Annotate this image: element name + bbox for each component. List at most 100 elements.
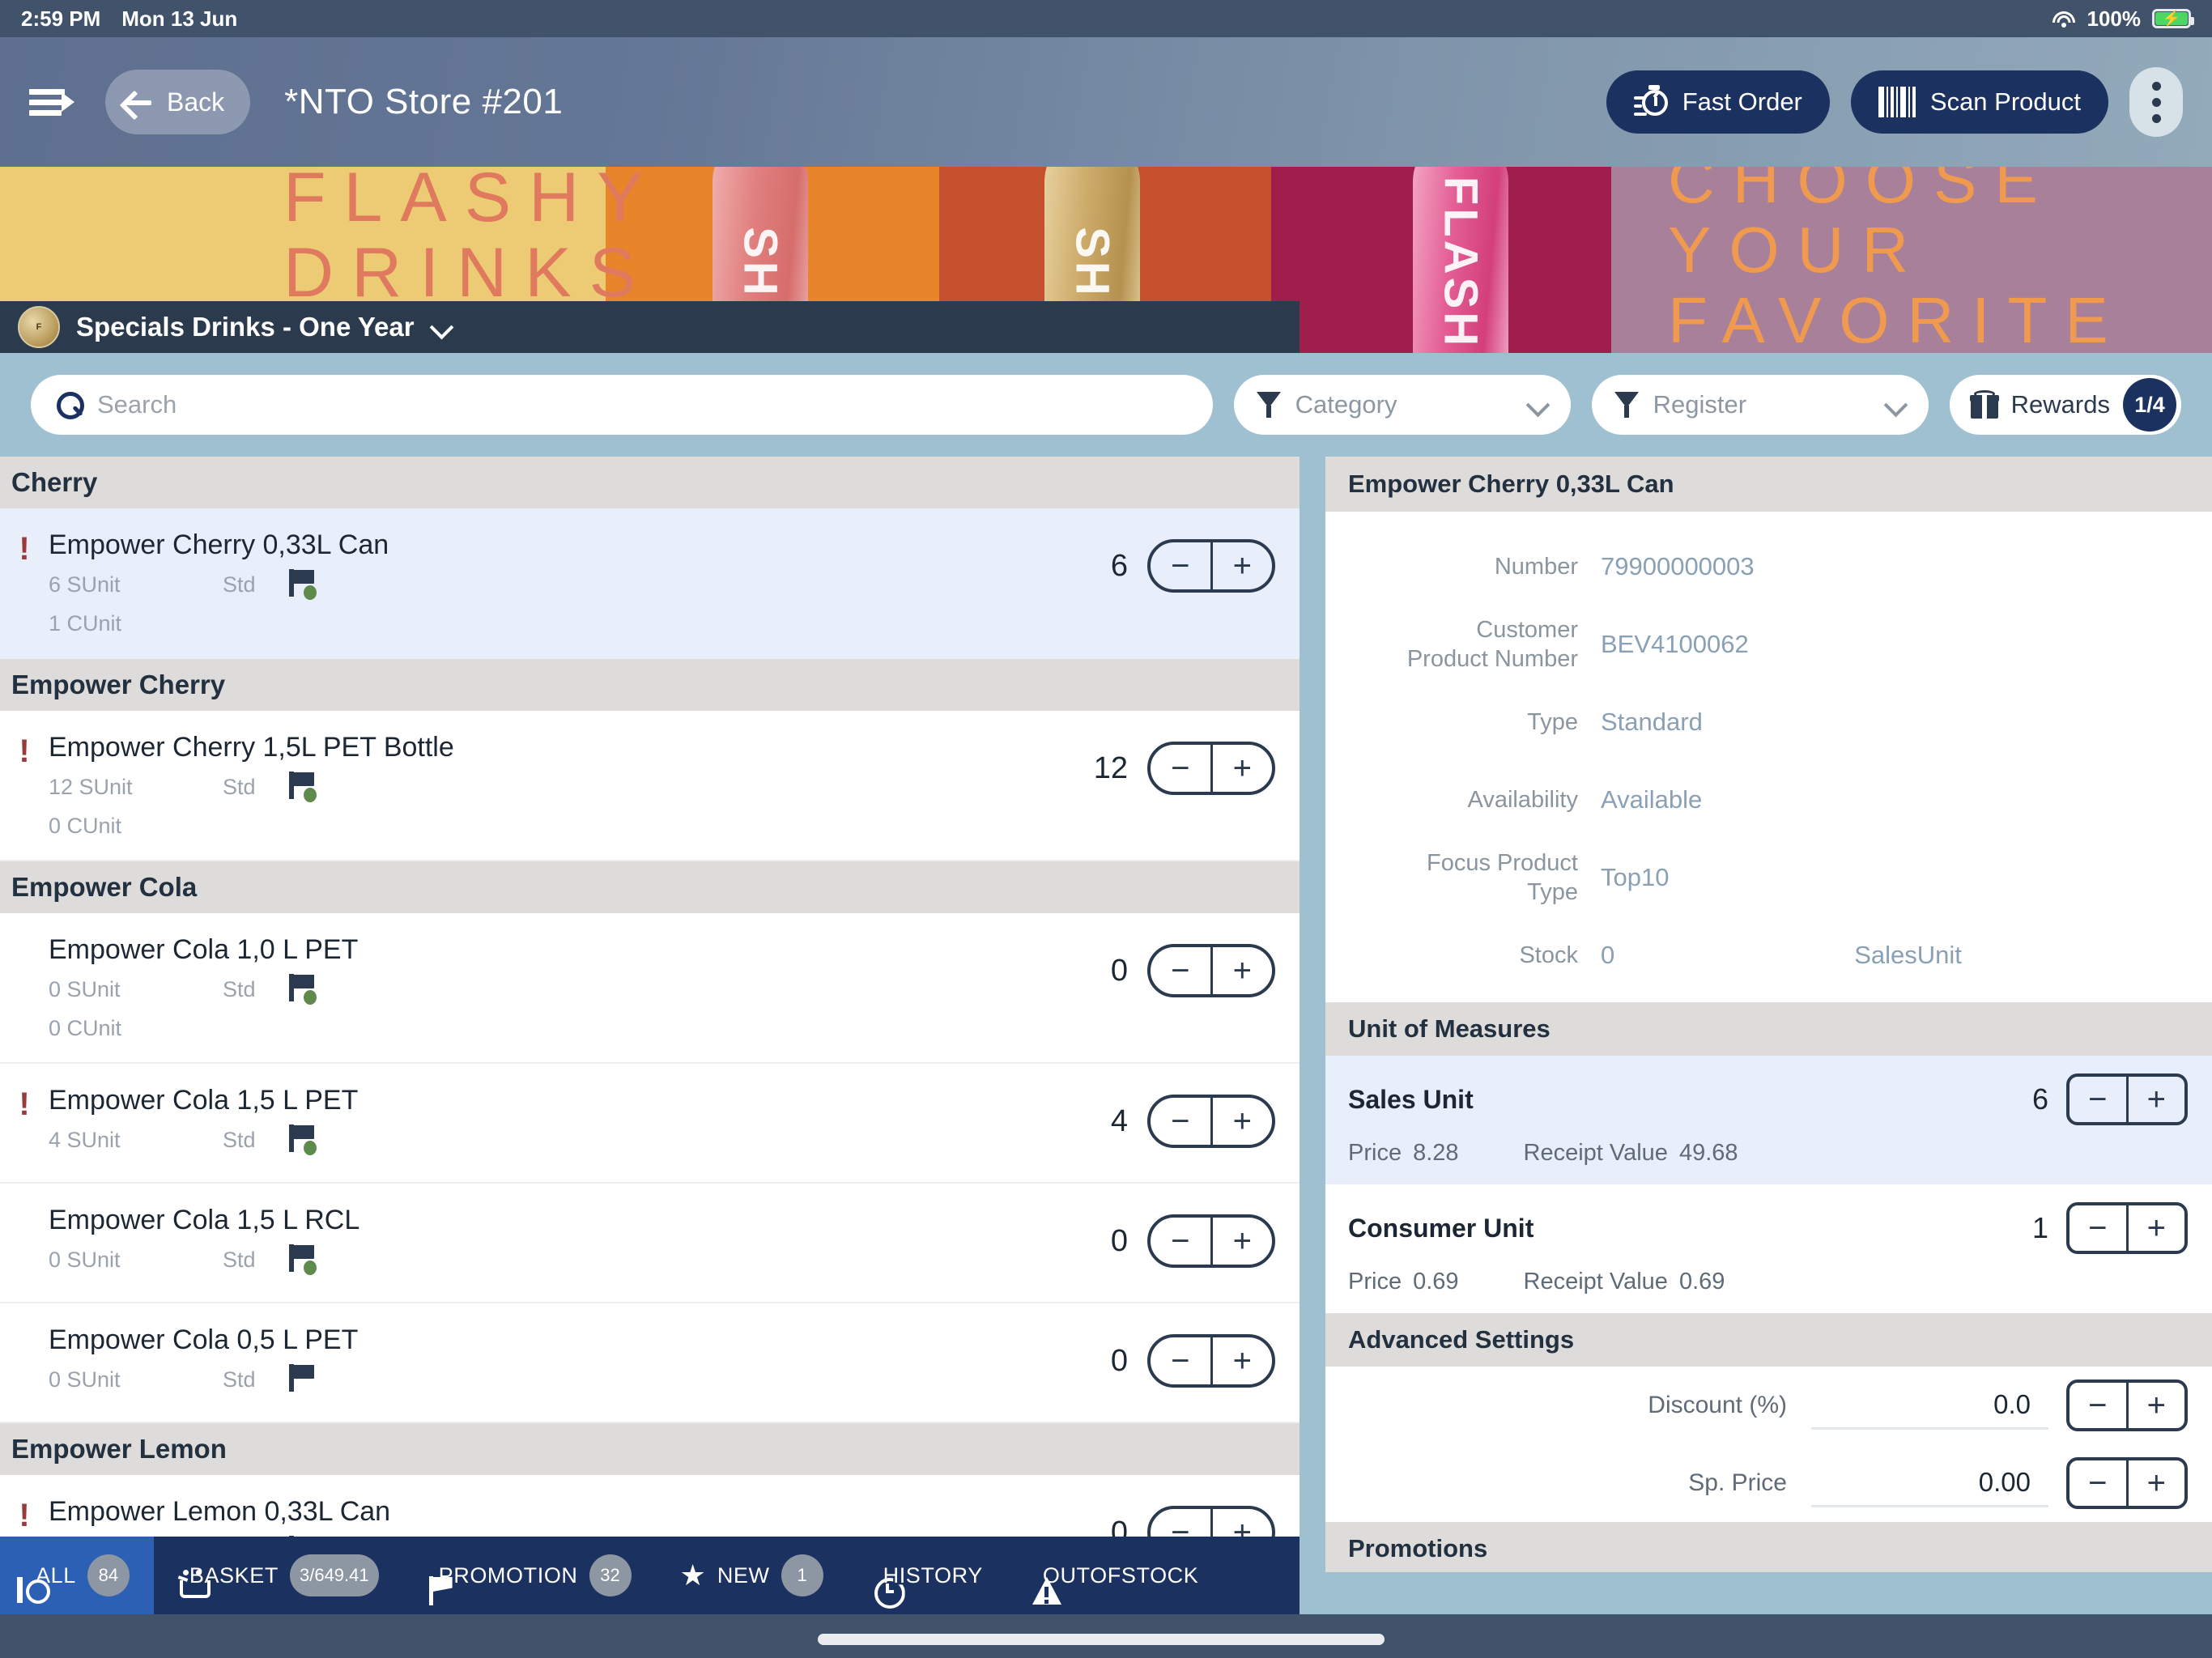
product-sales-unit: 12 SUnit bbox=[49, 774, 133, 799]
advanced-setting-row[interactable]: Sp. Price 0.00 − + bbox=[1325, 1444, 2212, 1522]
product-quantity-stepper[interactable]: 0− + bbox=[1081, 1205, 1300, 1268]
status-bar-left: 2:59 PM Mon 13 Jun bbox=[0, 6, 237, 32]
catalog-selector[interactable]: F Specials Drinks - One Year bbox=[0, 301, 1300, 353]
category-filter-dropdown[interactable]: Category bbox=[1233, 375, 1571, 435]
stepper-control[interactable]: − + bbox=[2066, 1457, 2188, 1509]
plus-icon[interactable]: + bbox=[1213, 542, 1273, 589]
minus-icon[interactable]: − bbox=[2069, 1205, 2129, 1251]
scan-product-button[interactable]: Scan Product bbox=[1850, 70, 2108, 134]
plus-icon[interactable]: + bbox=[2129, 1077, 2185, 1122]
product-quantity-stepper[interactable]: 6− + bbox=[1081, 529, 1300, 593]
product-name: Empower Cola 1,5 L PET bbox=[49, 1085, 359, 1116]
minus-icon[interactable]: − bbox=[2069, 1077, 2129, 1122]
uom-title: Sales Unit bbox=[1348, 1084, 1474, 1114]
flag-green-dot-icon bbox=[289, 974, 321, 1005]
rewards-badge: 1/4 bbox=[2123, 378, 2176, 432]
product-sales-unit: 0 SUnit bbox=[49, 976, 121, 1001]
stepper-control[interactable]: − + bbox=[1147, 742, 1275, 795]
uom-pricing: Price 0.69 Receipt Value 0.69 bbox=[1348, 1269, 2188, 1295]
product-info: Empower Cola 0,5 L PET 0 SUnit Std bbox=[49, 1324, 1081, 1395]
minus-icon[interactable]: − bbox=[1151, 947, 1213, 994]
alert-indicator: ! bbox=[19, 531, 30, 567]
uom-stepper[interactable]: 6− + bbox=[2032, 1073, 2188, 1125]
bottom-tab-bar: ALL 84 BASKET 3/649.41 PROMOTION 32 ★ NEW 1 HISTO… bbox=[0, 1537, 1300, 1614]
plus-icon[interactable]: + bbox=[1213, 1098, 1273, 1145]
stepper-control[interactable]: − + bbox=[1147, 944, 1275, 997]
plus-icon[interactable]: + bbox=[2129, 1460, 2185, 1506]
plus-icon[interactable]: + bbox=[1213, 1337, 1273, 1384]
barcode-icon bbox=[1878, 87, 1916, 117]
plus-icon[interactable]: + bbox=[1213, 745, 1273, 792]
app-header: Back *NTO Store #201 Fast Order Scan Pro… bbox=[0, 37, 2212, 167]
tab-label: HISTORY bbox=[883, 1562, 983, 1588]
wifi-icon bbox=[2052, 10, 2076, 28]
product-row[interactable]: Empower Cola 0,5 L PET 0 SUnit Std 0− + bbox=[0, 1303, 1300, 1423]
plus-icon[interactable]: + bbox=[2129, 1383, 2185, 1428]
minus-icon[interactable]: − bbox=[1151, 1337, 1213, 1384]
minus-icon[interactable]: − bbox=[2069, 1383, 2129, 1428]
product-info: Empower Cola 1,0 L PET 0 SUnit Std 0 CUnit bbox=[49, 934, 1081, 1041]
unit-of-measures-header: Unit of Measures bbox=[1325, 1002, 2212, 1056]
product-quantity-stepper[interactable]: 0− + bbox=[1081, 934, 1300, 997]
advanced-setting-row[interactable]: Discount (%) 0.0 − + bbox=[1325, 1367, 2212, 1444]
search-input[interactable]: Search bbox=[31, 375, 1213, 435]
kebab-menu-icon[interactable] bbox=[2129, 67, 2183, 137]
stepper-control[interactable]: − + bbox=[1147, 1214, 1275, 1268]
plus-icon[interactable]: + bbox=[2129, 1205, 2185, 1251]
tab-new[interactable]: ★ NEW 1 bbox=[656, 1537, 848, 1614]
product-info: Empower Cola 1,5 L PET 4 SUnit Std bbox=[49, 1085, 1081, 1155]
product-list-panel[interactable]: Cherry! Empower Cherry 0,33L Can 6 SUnit St… bbox=[0, 457, 1300, 1572]
minus-icon[interactable]: − bbox=[2069, 1460, 2129, 1506]
detail-field-value: Standard bbox=[1601, 708, 1703, 736]
advanced-setting-field[interactable]: 0.0 bbox=[1811, 1381, 2048, 1430]
stepper-control[interactable]: − + bbox=[2066, 1073, 2188, 1125]
minus-icon[interactable]: − bbox=[1151, 1218, 1213, 1265]
tab-outofstock[interactable]: OUTOFSTOCK bbox=[1007, 1537, 1223, 1614]
tab-promotion[interactable]: PROMOTION 32 bbox=[403, 1537, 656, 1614]
minus-icon[interactable]: − bbox=[1151, 745, 1213, 792]
alert-indicator: ! bbox=[19, 1498, 30, 1533]
app-root: 2:59 PM Mon 13 Jun 100% ⚡ SH SH FLASH FL… bbox=[0, 0, 2212, 1658]
product-group-header: Cherry bbox=[0, 457, 1300, 508]
product-row[interactable]: ! Empower Cherry 0,33L Can 6 SUnit Std 1 CUn… bbox=[0, 508, 1300, 659]
minus-icon[interactable]: − bbox=[1151, 542, 1213, 589]
uom-receipt-label: Receipt Value bbox=[1523, 1269, 1668, 1295]
unit-of-measure-row[interactable]: Sales Unit 6− + Price 8.28 Receipt Value 49.68 bbox=[1325, 1056, 2212, 1184]
register-filter-dropdown[interactable]: Register bbox=[1591, 375, 1929, 435]
back-button[interactable]: Back bbox=[105, 70, 251, 134]
home-indicator[interactable] bbox=[818, 1634, 1385, 1645]
minus-icon[interactable]: − bbox=[1151, 1098, 1213, 1145]
rewards-button[interactable]: Rewards 1/4 bbox=[1949, 375, 2181, 435]
product-quantity-stepper[interactable]: 12− + bbox=[1081, 732, 1300, 795]
hamburger-arrow-icon[interactable] bbox=[29, 84, 74, 120]
product-quantity-stepper[interactable]: 4− + bbox=[1081, 1085, 1300, 1148]
unit-of-measure-row[interactable]: Consumer Unit 1− + Price 0.69 Receipt Value 0.… bbox=[1325, 1184, 2212, 1313]
product-row[interactable]: Empower Cola 1,5 L RCL 0 SUnit Std 0− + bbox=[0, 1184, 1300, 1303]
uom-quantity-value: 1 bbox=[2031, 1211, 2048, 1244]
fast-order-button[interactable]: Fast Order bbox=[1606, 70, 1830, 134]
product-quantity-stepper[interactable]: 0− + bbox=[1081, 1324, 1300, 1388]
stepper-control[interactable]: − + bbox=[1147, 1095, 1275, 1148]
plus-icon[interactable]: + bbox=[1213, 1218, 1273, 1265]
back-arrow-icon bbox=[123, 87, 154, 117]
stepper-control[interactable]: − + bbox=[2066, 1380, 2188, 1431]
banner-headline-right: CHOOSE YOUR FAVORITE bbox=[1668, 167, 2126, 353]
advanced-setting-field[interactable]: 0.00 bbox=[1811, 1459, 2048, 1507]
tab-history[interactable]: HISTORY bbox=[848, 1537, 1007, 1614]
stepper-control[interactable]: − + bbox=[1147, 539, 1275, 593]
tab-basket[interactable]: BASKET 3/649.41 bbox=[154, 1537, 403, 1614]
product-std-label: Std bbox=[223, 1367, 256, 1392]
product-detail-panel: Empower Cherry 0,33L Can Number 799000000… bbox=[1325, 457, 2212, 1572]
stepper-control[interactable]: − + bbox=[2066, 1202, 2188, 1254]
product-row[interactable]: Empower Cola 1,0 L PET 0 SUnit Std 0 CUnit 0… bbox=[0, 913, 1300, 1064]
chevron-down-icon[interactable] bbox=[431, 317, 452, 338]
filter-bar: Search Category Register Rewards 1/4 bbox=[0, 353, 2212, 457]
product-row[interactable]: ! Empower Cola 1,5 L PET 4 SUnit Std 4− + bbox=[0, 1064, 1300, 1184]
tab-all[interactable]: ALL 84 bbox=[0, 1537, 154, 1614]
plus-icon[interactable]: + bbox=[1213, 947, 1273, 994]
uom-stepper[interactable]: 1− + bbox=[2032, 1202, 2188, 1254]
register-filter-label: Register bbox=[1653, 390, 1747, 419]
product-row[interactable]: ! Empower Cherry 1,5L PET Bottle 12 SUnit S… bbox=[0, 711, 1300, 861]
stepper-control[interactable]: − + bbox=[1147, 1334, 1275, 1388]
product-quantity-value: 0 bbox=[1110, 953, 1128, 988]
